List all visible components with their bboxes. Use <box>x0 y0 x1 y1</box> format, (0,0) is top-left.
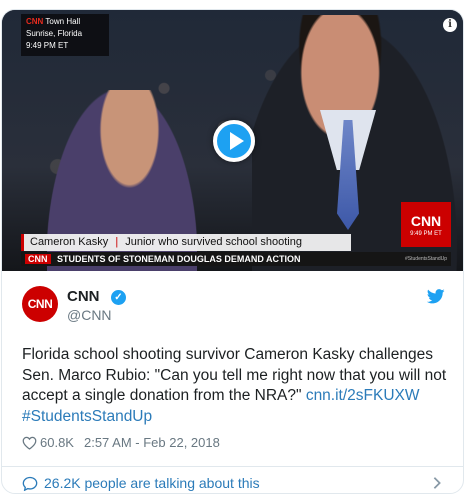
info-icon[interactable]: i <box>443 18 457 32</box>
tweet-text: Florida school shooting survivor Cameron… <box>22 345 452 427</box>
talking-text[interactable]: 26.2K people are talking about this <box>44 475 260 491</box>
tweet-timestamp[interactable]: 2:57 AM - Feb 22, 2018 <box>84 435 220 450</box>
tweet-hashtag[interactable]: #StudentsStandUp <box>22 408 152 425</box>
corner-bug-text: 9:49 PM ET <box>410 230 442 237</box>
lower-third-description: Junior who survived school shooting <box>125 236 302 248</box>
location-time: 9:49 PM ET <box>26 41 69 50</box>
tweet-embed-card: CNN Town Hall Sunrise, Florida 9:49 PM E… <box>1 9 464 494</box>
video-ticker: CNN STUDENTS OF STONEMAN DOUGLAS DEMAND … <box>21 252 451 266</box>
talking-link[interactable]: 26.2K people are talking about this <box>22 475 260 491</box>
chevron-right-icon[interactable] <box>432 476 442 490</box>
location-program: Town Hall <box>45 17 81 26</box>
tweet-link[interactable]: cnn.it/2sFKUXW <box>306 387 420 404</box>
twitter-bird-icon[interactable] <box>427 289 445 304</box>
tweet-meta: 60.8K 2:57 AM - Feb 22, 2018 <box>22 435 220 450</box>
like-count[interactable]: 60.8K <box>40 435 74 450</box>
location-place: Sunrise, Florida <box>26 29 83 38</box>
ticker-headline: STUDENTS OF STONEMAN DOUGLAS DEMAND ACTI… <box>57 254 301 264</box>
video-location-box: CNN Town Hall Sunrise, Florida 9:49 PM E… <box>21 14 109 56</box>
author-name[interactable]: CNN <box>67 288 100 305</box>
verified-badge-icon: ✓ <box>111 290 126 305</box>
play-button[interactable] <box>213 120 255 162</box>
ticker-hashtag: #StudentsStandUp <box>405 256 447 262</box>
video-player[interactable]: CNN Town Hall Sunrise, Florida 9:49 PM E… <box>2 10 463 271</box>
cnn-corner-logo: CNN 9:49 PM ET <box>401 202 451 247</box>
speech-bubble-icon <box>22 476 38 491</box>
avatar[interactable]: CNN <box>22 286 58 322</box>
ticker-network: CNN <box>25 254 51 264</box>
heart-icon[interactable] <box>22 436 37 450</box>
lower-third-name: Cameron Kasky <box>30 236 109 248</box>
divider <box>2 466 463 467</box>
author-handle[interactable]: @CNN <box>67 307 112 323</box>
video-lower-third: Cameron Kasky | Junior who survived scho… <box>21 234 351 251</box>
location-network: CNN <box>26 17 44 26</box>
corner-logo-text: CNN <box>410 212 442 229</box>
